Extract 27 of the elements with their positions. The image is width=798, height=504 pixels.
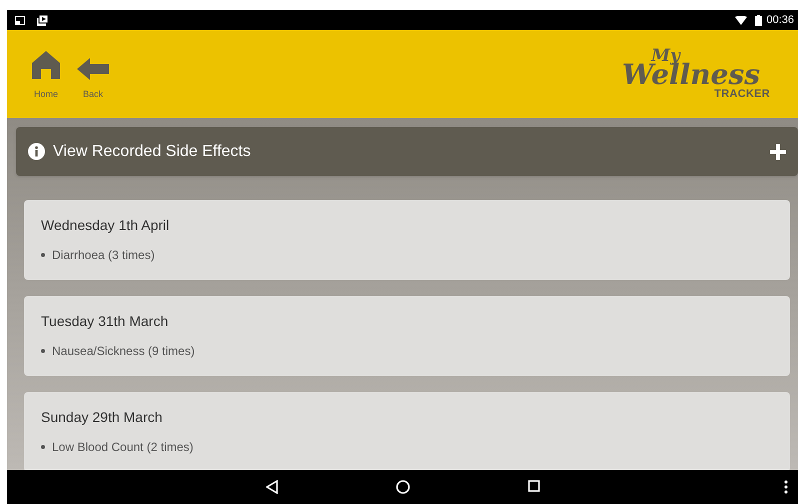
battery-icon xyxy=(755,14,762,26)
side-effect-item: Nausea/Sickness (9 times) xyxy=(52,343,195,360)
menu-icon[interactable] xyxy=(784,480,788,494)
back-triangle-icon[interactable] xyxy=(266,480,278,494)
section-header[interactable]: View Recorded Side Effects xyxy=(16,127,798,176)
info-icon xyxy=(28,143,45,160)
home-circle-icon[interactable] xyxy=(396,480,410,494)
add-icon[interactable] xyxy=(770,144,786,160)
home-button[interactable]: Home xyxy=(31,50,61,102)
wifi-icon xyxy=(735,16,748,24)
left-arrow-icon xyxy=(77,58,109,80)
screenshot-icon xyxy=(15,16,25,24)
entry-date: Sunday 29th March xyxy=(41,408,164,427)
bullet-icon xyxy=(41,349,45,353)
media-icon xyxy=(37,14,48,26)
entry-date: Wednesday 1th April xyxy=(41,216,170,235)
app-logo: My Wellness TRACKER xyxy=(622,48,770,100)
bullet-icon xyxy=(41,253,45,257)
clock-time: 00:36 xyxy=(766,12,794,28)
side-effect-item: Low Blood Count (2 times) xyxy=(52,439,194,456)
section-title: View Recorded Side Effects xyxy=(53,142,251,162)
recents-square-icon[interactable] xyxy=(528,480,540,492)
entry-date: Tuesday 31th March xyxy=(41,312,170,331)
home-icon xyxy=(31,50,61,80)
back-button[interactable]: Back xyxy=(77,58,109,102)
side-effect-item: Diarrhoea (3 times) xyxy=(52,247,155,264)
bullet-icon xyxy=(41,445,45,449)
